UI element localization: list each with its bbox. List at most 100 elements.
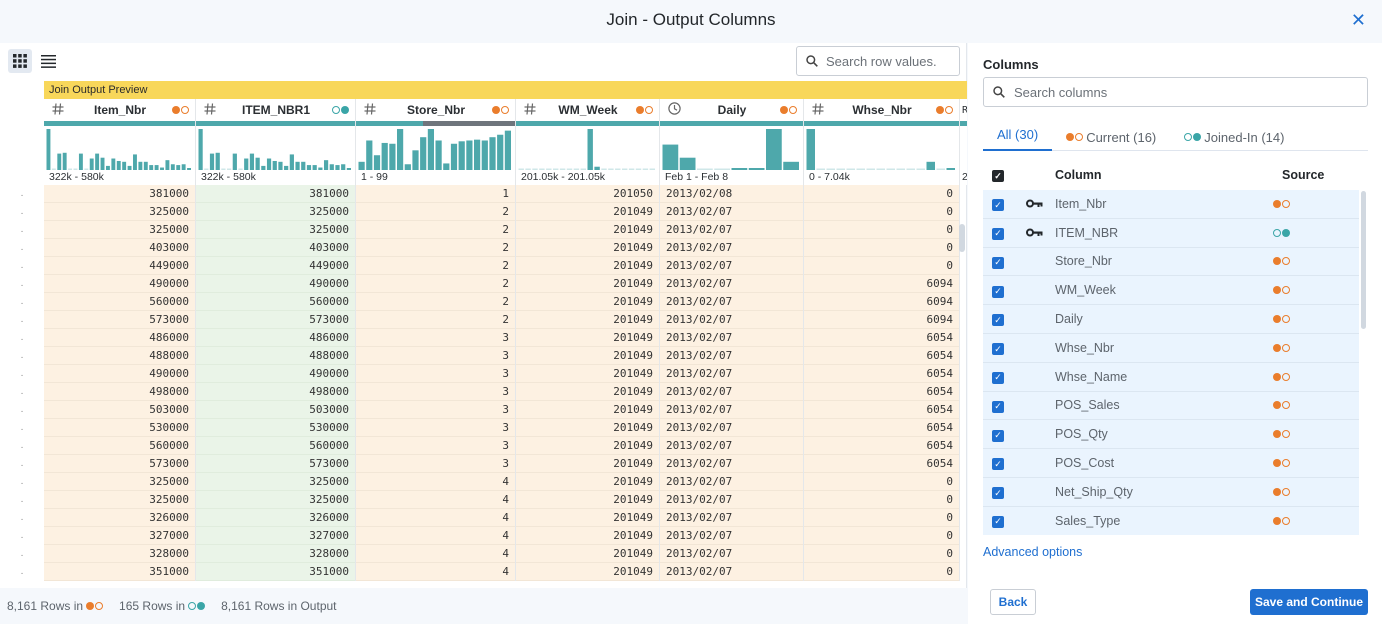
histogram-bar[interactable] xyxy=(816,168,826,171)
histogram-bar[interactable] xyxy=(532,168,538,171)
column-list-item[interactable]: ✓ Net_Ship_Qty xyxy=(983,477,1359,507)
column-checkbox[interactable]: ✓ xyxy=(992,285,1004,298)
grid-cell[interactable]: 325000 xyxy=(196,221,355,239)
histogram-bar[interactable] xyxy=(127,165,132,170)
histogram-bar[interactable] xyxy=(227,168,232,171)
histogram-bar[interactable] xyxy=(255,157,260,170)
column-list-item[interactable]: ✓ Store_Nbr xyxy=(983,247,1359,277)
grid-cell[interactable]: 0 xyxy=(804,185,959,203)
column-checkbox[interactable]: ✓ xyxy=(992,458,1004,471)
histogram-bar[interactable] xyxy=(546,168,552,171)
histogram-bar[interactable] xyxy=(46,129,51,170)
grid-cell[interactable]: 490000 xyxy=(196,365,355,383)
histogram-bar[interactable] xyxy=(62,152,67,170)
column-checkbox[interactable]: ✓ xyxy=(992,487,1004,500)
column-checkbox[interactable]: ✓ xyxy=(992,429,1004,442)
grid-cell[interactable]: 201050 xyxy=(516,185,659,203)
histogram-bar[interactable] xyxy=(766,129,782,170)
histogram-bar[interactable] xyxy=(209,153,215,170)
row-handle[interactable]: · xyxy=(0,205,44,223)
histogram-bar[interactable] xyxy=(412,150,419,170)
grid-view-button[interactable] xyxy=(8,49,32,73)
histogram-bar[interactable] xyxy=(420,137,427,170)
grid-cell[interactable]: 326000 xyxy=(44,509,195,527)
grid-cell[interactable]: 6094 xyxy=(804,293,959,311)
grid-cell[interactable]: 503000 xyxy=(196,401,355,419)
grid-cell[interactable]: 560000 xyxy=(44,293,195,311)
histogram-bar[interactable] xyxy=(836,168,846,171)
grid-cell[interactable]: 201049 xyxy=(516,401,659,419)
grid-cell[interactable]: 351000 xyxy=(44,563,195,581)
histogram-bar[interactable] xyxy=(244,158,249,170)
histogram-bar[interactable] xyxy=(181,164,186,170)
grid-cell[interactable]: 6054 xyxy=(804,347,959,365)
column-checkbox[interactable]: ✓ xyxy=(992,371,1004,384)
grid-cell[interactable]: 0 xyxy=(804,509,959,527)
histogram-bar[interactable] xyxy=(272,160,277,170)
histogram-bar[interactable] xyxy=(866,168,876,171)
histogram-bar[interactable] xyxy=(143,161,148,170)
histogram-bar[interactable] xyxy=(404,164,411,170)
histogram-bar[interactable] xyxy=(122,161,127,170)
row-handle[interactable]: · xyxy=(0,475,44,493)
row-handle[interactable]: · xyxy=(0,421,44,439)
grid-cell[interactable]: 6054 xyxy=(804,329,959,347)
histogram-bar[interactable] xyxy=(427,129,434,170)
histogram-bar[interactable] xyxy=(649,168,655,171)
grid-cell[interactable]: 6054 xyxy=(804,419,959,437)
grid-cell[interactable]: 2013/02/07 xyxy=(660,545,803,563)
grid-cell[interactable]: 2 xyxy=(356,311,515,329)
histogram-bar[interactable] xyxy=(497,134,504,170)
histogram-bar[interactable] xyxy=(481,140,488,170)
grid-cell[interactable]: 2013/02/07 xyxy=(660,275,803,293)
histogram-bar[interactable] xyxy=(580,168,586,171)
grid-cell[interactable]: 201049 xyxy=(516,275,659,293)
histogram-bar[interactable] xyxy=(916,168,926,171)
row-handle[interactable]: · xyxy=(0,223,44,241)
grid-cell[interactable]: 0 xyxy=(804,239,959,257)
histogram-bar[interactable] xyxy=(731,168,748,170)
grid-cell[interactable]: 403000 xyxy=(196,239,355,257)
grid-cell[interactable]: 201049 xyxy=(516,257,659,275)
histogram-bar[interactable] xyxy=(615,168,621,171)
grid-cell[interactable]: 6094 xyxy=(804,275,959,293)
histogram-bar[interactable] xyxy=(284,165,289,170)
histogram-bar[interactable] xyxy=(84,168,89,171)
grid-cell[interactable]: 4 xyxy=(356,509,515,527)
grid-cell[interactable]: 2 xyxy=(356,221,515,239)
grid-cell[interactable]: 325000 xyxy=(196,203,355,221)
column-list-item[interactable]: ✓ POS_Qty xyxy=(983,420,1359,450)
histogram-bar[interactable] xyxy=(204,168,209,171)
grid-cell[interactable]: 201049 xyxy=(516,545,659,563)
grid-cell[interactable]: 201049 xyxy=(516,419,659,437)
histogram-bar[interactable] xyxy=(57,153,62,170)
grid-cell[interactable]: 201049 xyxy=(516,437,659,455)
grid-cell[interactable]: 0 xyxy=(804,257,959,275)
column-header[interactable]: Store_Nbr xyxy=(356,99,515,121)
histogram-bar[interactable] xyxy=(466,140,473,170)
grid-cell[interactable]: 488000 xyxy=(44,347,195,365)
grid-cell[interactable]: 530000 xyxy=(44,419,195,437)
row-handle[interactable]: · xyxy=(0,493,44,511)
histogram-bar[interactable] xyxy=(335,165,340,170)
histogram-bar[interactable] xyxy=(906,168,916,171)
grid-cell[interactable]: 573000 xyxy=(196,455,355,473)
histogram-bar[interactable] xyxy=(154,165,159,170)
grid-cell[interactable]: 2013/02/07 xyxy=(660,491,803,509)
row-handle[interactable]: · xyxy=(0,259,44,277)
histogram-bar[interactable] xyxy=(748,168,765,170)
grid-cell[interactable]: 490000 xyxy=(44,275,195,293)
histogram-bar[interactable] xyxy=(51,168,56,171)
grid-cell[interactable]: 2 xyxy=(356,293,515,311)
grid-cell[interactable]: 6054 xyxy=(804,383,959,401)
histogram-bar[interactable] xyxy=(278,161,283,170)
histogram-bar[interactable] xyxy=(266,158,272,170)
histogram-bar[interactable] xyxy=(261,165,266,170)
grid-cell[interactable]: 201049 xyxy=(516,455,659,473)
grid-cell[interactable]: 6054 xyxy=(804,365,959,383)
grid-cell[interactable]: 488000 xyxy=(196,347,355,365)
row-handle[interactable]: · xyxy=(0,565,44,583)
grid-cell[interactable]: 486000 xyxy=(196,329,355,347)
histogram-bar[interactable] xyxy=(559,168,566,171)
histogram-bar[interactable] xyxy=(289,154,294,170)
